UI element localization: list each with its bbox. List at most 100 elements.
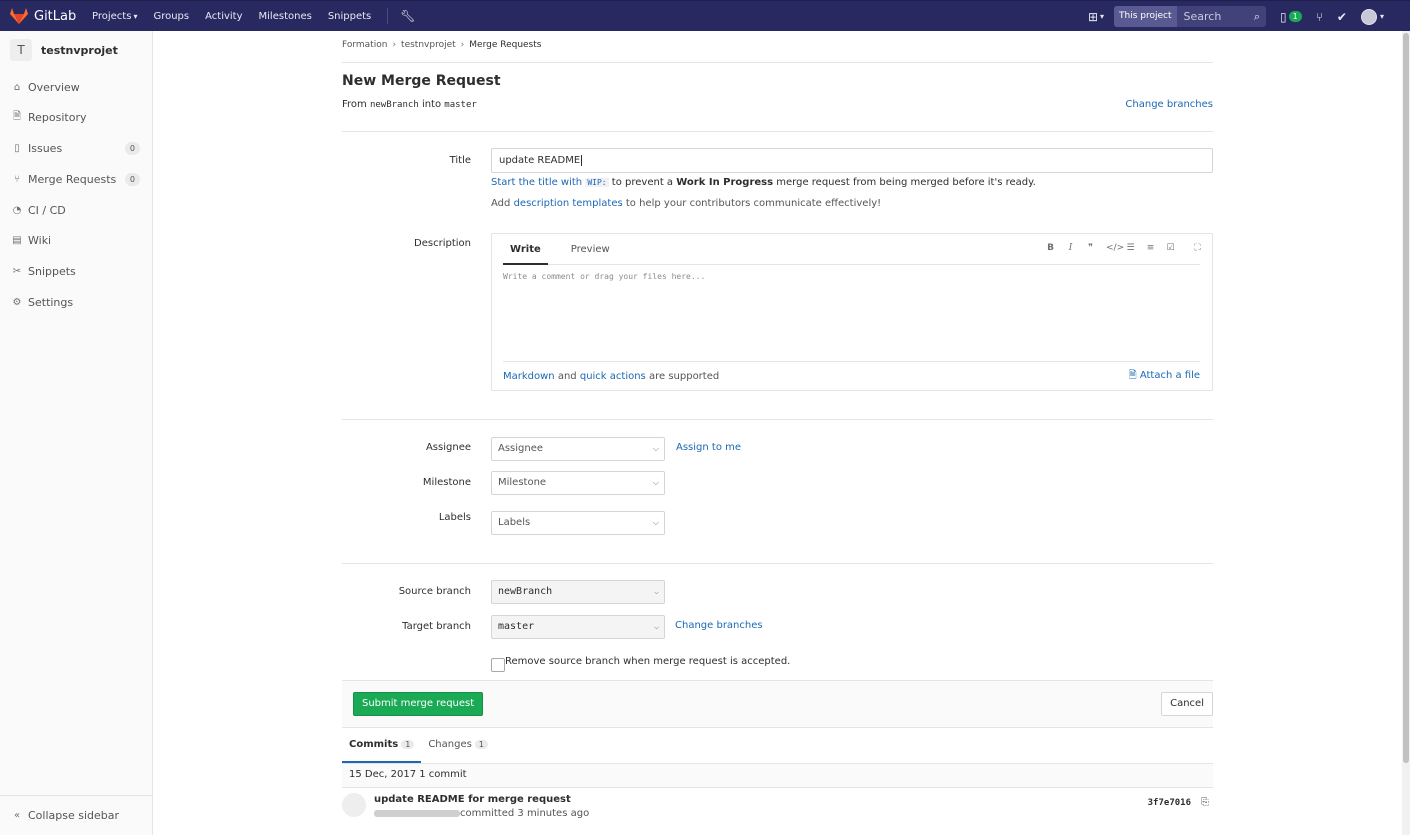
description-editor: Write Preview B I ❞ </> ☰ ≡ ☑ ⛶ Write a … [491, 233, 1213, 391]
merge-requests-count-badge: 0 [124, 172, 140, 186]
form-actions: Submit merge request Cancel [342, 680, 1213, 728]
attach-file-button[interactable]: 🗎︎ Attach a file [1129, 368, 1200, 385]
issues-icon: ▯ [14, 142, 20, 154]
description-textarea[interactable]: Write a comment or drag your files here.… [503, 272, 705, 281]
labels-dropdown[interactable]: Labels ⌵ [491, 511, 665, 535]
nav-groups[interactable]: Groups [153, 11, 189, 22]
bold-icon[interactable]: B [1046, 243, 1055, 253]
search-scope-badge[interactable]: This project [1114, 6, 1177, 27]
templates-hint: Add description templates to help your c… [491, 198, 882, 209]
project-avatar: T [10, 39, 32, 61]
italic-icon[interactable]: I [1066, 243, 1075, 253]
commit-sha[interactable]: 3f7e7016 [1148, 798, 1191, 808]
home-icon: ⌂ [13, 81, 21, 93]
labels-label: Labels [438, 512, 471, 523]
markdown-link[interactable]: Markdown [503, 371, 555, 382]
quick-actions-link[interactable]: quick actions [580, 371, 646, 382]
sidebar-item-label: CI / CD [28, 203, 66, 217]
user-menu[interactable]: ▾ [1360, 8, 1384, 25]
change-branches-link[interactable]: Change branches [1125, 99, 1213, 110]
gitlab-home-link[interactable]: GitLab [10, 8, 92, 24]
sidebar-item-issues[interactable]: ▯ Issues 0 [0, 137, 152, 159]
numbered-list-icon[interactable]: ≡ [1146, 243, 1155, 253]
breadcrumb-project[interactable]: testnvprojet [401, 40, 456, 50]
source-branch-name: newBranch [369, 100, 419, 110]
wip-hint-link[interactable]: Start the title with WIP: [491, 177, 609, 188]
collapse-sidebar-button[interactable]: « Collapse sidebar [0, 795, 152, 835]
sidebar-item-settings[interactable]: ⚙ Settings [0, 291, 152, 313]
issues-nav-icon[interactable]: ▯ 1 [1280, 10, 1302, 24]
remove-source-branch-label: Remove source branch when merge request … [505, 656, 791, 667]
remove-source-branch-checkbox[interactable] [491, 658, 505, 672]
submit-merge-request-button[interactable]: Submit merge request [353, 692, 484, 716]
tab-write[interactable]: Write [503, 234, 548, 265]
tab-commits[interactable]: Commits 1 [342, 728, 422, 763]
bullet-list-icon[interactable]: ☰ [1126, 243, 1135, 253]
code-icon[interactable]: </> [1106, 243, 1124, 253]
nav-projects[interactable]: Projects ▾ [92, 11, 137, 22]
nav-links: Projects ▾ Groups Activity Milestones Sni… [92, 8, 416, 24]
chevron-right-icon: › [460, 40, 465, 50]
nav-activity[interactable]: Activity [205, 11, 242, 22]
tab-changes[interactable]: Changes 1 [421, 728, 495, 763]
quote-icon[interactable]: ❞ [1086, 243, 1095, 253]
file-icon: 🗎︎ [12, 110, 22, 122]
assign-to-me-link[interactable]: Assign to me [676, 442, 741, 453]
target-branch-dropdown[interactable]: master ⌵ [491, 615, 665, 639]
chevron-down-icon: ⌵ [652, 518, 659, 527]
gitlab-logo-icon [10, 8, 28, 24]
admin-wrench-icon[interactable]: 🔧︎ [400, 9, 415, 23]
copy-icon[interactable]: ⎘ [1201, 797, 1209, 808]
source-branch-dropdown[interactable]: newBranch ⌵ [491, 580, 665, 604]
assignee-dropdown[interactable]: Assignee ⌵ [491, 437, 665, 461]
commit-meta: committed 3 minutes ago [374, 808, 589, 819]
chevron-down-icon: ⌵ [652, 478, 659, 487]
page-scrollbar[interactable] [1402, 31, 1410, 835]
scissors-icon: ✂ [12, 265, 22, 277]
milestone-label: Milestone [422, 477, 471, 488]
sidebar-item-label: Snippets [28, 264, 76, 278]
scrollbar-thumb[interactable] [1403, 33, 1409, 763]
todos-check-icon[interactable]: ✔ [1337, 10, 1347, 24]
sidebar-item-ci-cd[interactable]: ◔ CI / CD [0, 199, 152, 221]
sidebar-item-label: Wiki [28, 233, 52, 247]
commits-count-badge: 1 [401, 740, 415, 749]
sidebar-item-snippets[interactable]: ✂ Snippets [0, 260, 152, 282]
sidebar-item-repository[interactable]: 🗎︎ Repository [0, 106, 152, 128]
nav-snippets[interactable]: Snippets [328, 11, 371, 22]
divider [342, 563, 1213, 564]
cancel-button[interactable]: Cancel [1161, 692, 1213, 716]
milestone-dropdown[interactable]: Milestone ⌵ [491, 471, 665, 495]
markdown-toolbar: B I ❞ </> ☰ ≡ ☑ ⛶ [1035, 243, 1202, 253]
sidebar-item-overview[interactable]: ⌂ Overview [0, 76, 152, 98]
source-branch-label: Source branch [398, 586, 471, 597]
todo-badge: 1 [1288, 11, 1302, 22]
file-icon: 🗎︎ [1128, 370, 1137, 381]
commit-title[interactable]: update README for merge request [374, 794, 571, 805]
project-name: testnvprojet [41, 43, 118, 57]
mr-tabs: Commits 1 Changes 1 [342, 729, 1213, 764]
top-navbar: GitLab Projects ▾ Groups Activity Milesto… [0, 0, 1410, 31]
change-branches-link-bottom[interactable]: Change branches [675, 620, 763, 631]
search-input[interactable]: Search [1177, 10, 1254, 23]
title-input[interactable]: update README [491, 148, 1213, 173]
search-box[interactable]: This project Search ⌕ [1114, 6, 1267, 27]
breadcrumb-merge-requests[interactable]: Merge Requests [469, 40, 541, 50]
breadcrumb-formation[interactable]: Formation [342, 40, 387, 50]
nav-milestones[interactable]: Milestones [259, 11, 312, 22]
new-plus-icon[interactable]: ⊞ ▾ [1088, 10, 1104, 24]
sidebar-item-label: Overview [28, 80, 80, 94]
gear-icon: ⚙ [12, 296, 22, 308]
sidebar-item-wiki[interactable]: ▤ Wiki [0, 229, 152, 251]
project-header[interactable]: T testnvprojet [0, 31, 152, 69]
branch-summary: From newBranch into master [342, 99, 477, 110]
fullscreen-icon[interactable]: ⛶ [1193, 243, 1202, 253]
task-list-icon[interactable]: ☑ [1166, 243, 1175, 253]
sidebar-item-merge-requests[interactable]: ⑂ Merge Requests 0 [0, 168, 152, 190]
book-icon: ▤ [12, 234, 22, 246]
assignee-label: Assignee [425, 442, 471, 453]
description-templates-link[interactable]: description templates [514, 198, 623, 209]
tab-preview[interactable]: Preview [564, 234, 617, 265]
merge-requests-nav-icon[interactable]: ⑂ [1316, 10, 1323, 24]
issues-count-badge: 0 [124, 141, 140, 155]
